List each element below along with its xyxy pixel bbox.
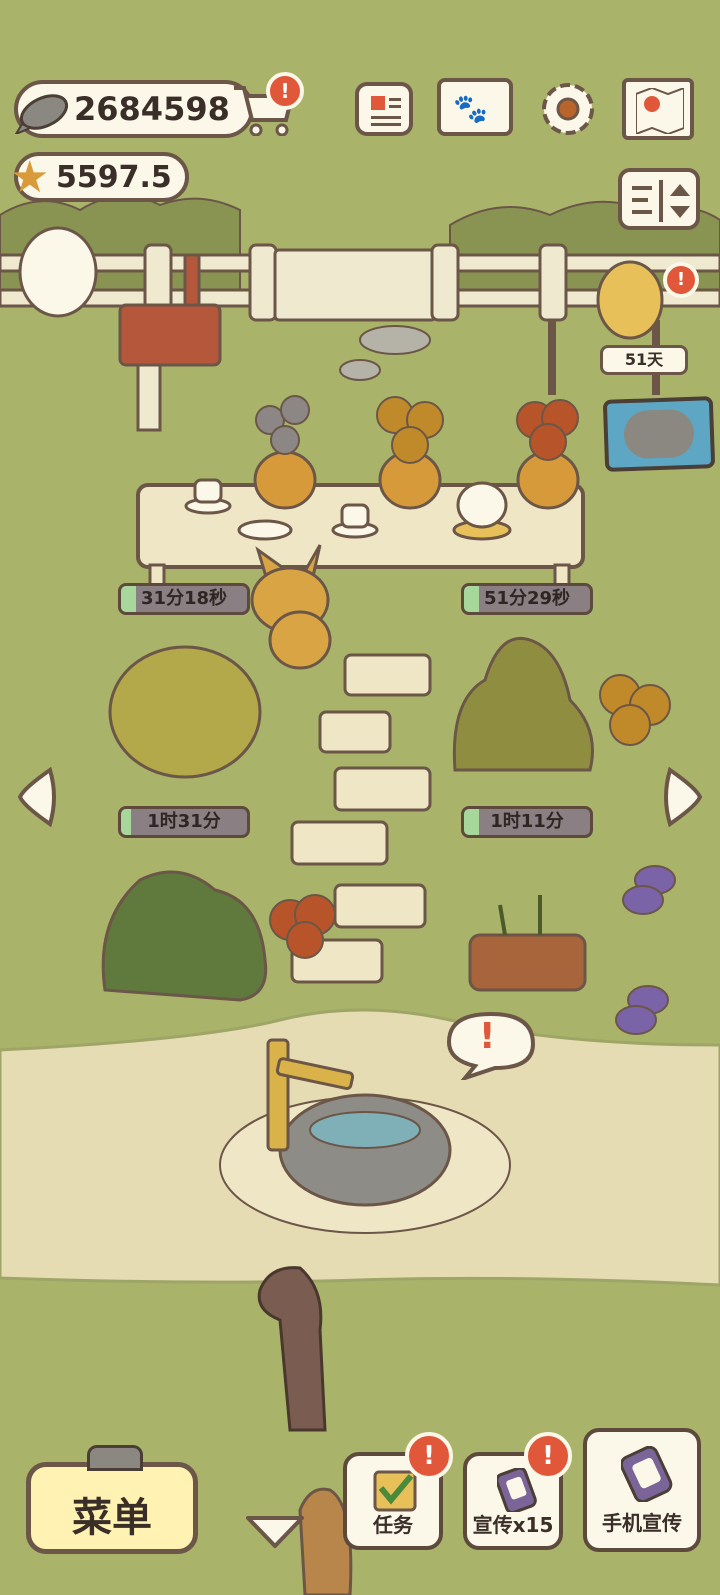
phone-promote-button[interactable]: 手机宣传 <box>583 1428 701 1552</box>
sort-button[interactable] <box>618 168 700 230</box>
map-button[interactable] <box>622 78 694 140</box>
table-right-timer: 51分29秒 <box>461 583 593 615</box>
paw-album-button[interactable]: 🐾 <box>437 78 513 136</box>
visitor-days-label: 51天 <box>600 345 688 375</box>
scroll-left-button[interactable] <box>14 766 58 832</box>
star-amount: 5597.5 <box>56 160 172 195</box>
scene-background <box>0 195 720 1595</box>
well-speech-bubble[interactable]: ! <box>445 1010 537 1083</box>
menu-button[interactable]: 菜单 <box>26 1445 198 1554</box>
gear-icon <box>537 83 599 144</box>
newspaper-button[interactable] <box>355 82 413 136</box>
task-alert-badge: ! <box>405 1432 453 1480</box>
collapse-button[interactable] <box>244 1512 306 1556</box>
fish-currency-display: 2684598 <box>13 80 254 138</box>
fish-icon <box>13 84 74 137</box>
phone-promote-icon <box>619 1445 673 1506</box>
scroll-right-button[interactable] <box>662 766 706 832</box>
newspaper-icon <box>369 94 403 132</box>
map-icon <box>635 86 685 138</box>
promote-alert-badge: ! <box>524 1432 572 1480</box>
sort-icon <box>632 180 692 226</box>
menu-clip <box>87 1445 143 1471</box>
table-left-timer: 31分18秒 <box>118 583 250 615</box>
bush-left-timer: 1时31分 <box>118 806 250 838</box>
star-currency-display: ★ 5597.5 <box>10 152 189 203</box>
fish-amount: 2684598 <box>74 90 230 128</box>
settings-button[interactable] <box>537 78 599 140</box>
visitor-alert-badge: ! <box>663 262 699 298</box>
paw-album-icon: 🐾 <box>453 92 488 125</box>
shop-alert-badge: ! <box>266 72 304 110</box>
star-icon: ★ <box>10 152 50 203</box>
visitor-photo-card[interactable] <box>602 396 716 472</box>
bush-right-timer: 1时11分 <box>461 806 593 838</box>
raccoon-visitor-icon <box>623 408 695 460</box>
